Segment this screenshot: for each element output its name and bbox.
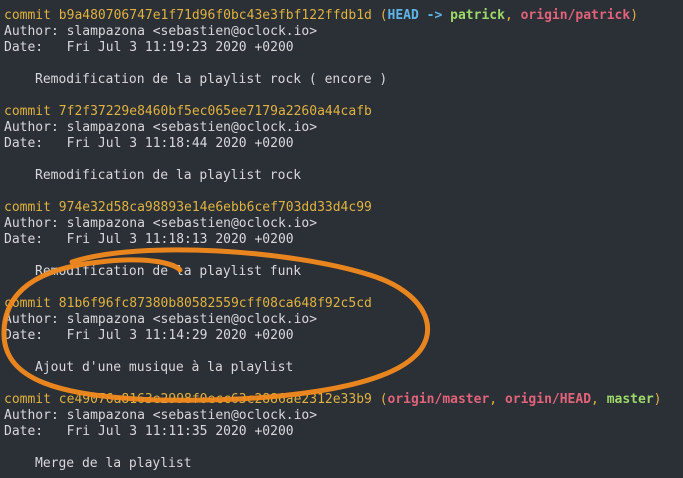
- commit-message: Remodification de la playlist funk: [35, 264, 302, 279]
- commit-line: commit 81b6f96fc87380b80582559cff08ca648…: [4, 296, 372, 312]
- commit-hash[interactable]: b9a480706747e1f71d96f0bc43e3fbf122ffdb1d: [59, 8, 372, 23]
- ref-close-paren: ): [630, 8, 639, 23]
- ref-local-branch: master: [606, 392, 654, 407]
- date-label: Date:: [4, 424, 44, 439]
- commit-label: commit: [4, 200, 51, 215]
- commit-line: commit 7f2f37229e8460bf5ec065ee7179a2260…: [4, 104, 372, 120]
- ref-close-paren: ): [653, 392, 662, 407]
- ref-head: HEAD: [387, 8, 419, 23]
- ref-remote-branch: origin/patrick: [520, 8, 631, 23]
- ref-local-branch: patrick: [450, 8, 505, 23]
- commit-label: commit: [4, 392, 51, 407]
- ref-separator: ,: [591, 392, 599, 407]
- author-line: Author: slampazona <sebastien@oclock.io>: [4, 216, 317, 232]
- terminal-window: commit b9a480706747e1f71d96f0bc43e3fbf12…: [0, 0, 683, 478]
- date-label: Date:: [4, 232, 44, 247]
- commit-hash[interactable]: ce49076a8163e2998f0ecc63c2886ae2312e33b9: [59, 392, 372, 407]
- date-line: Date: Fri Jul 3 11:19:23 2020 +0200: [4, 40, 294, 56]
- commit-message: Remodification de la playlist rock: [35, 168, 302, 183]
- ref-arrow: ->: [426, 8, 443, 23]
- commit-message: Merge de la playlist: [35, 456, 192, 471]
- ref-open-paren: (: [379, 392, 388, 407]
- author-label: Author:: [4, 408, 59, 423]
- date-value: Fri Jul 3 11:11:35 2020 +0200: [66, 424, 294, 439]
- date-line: Date: Fri Jul 3 11:18:44 2020 +0200: [4, 136, 294, 152]
- author-line: Author: slampazona <sebastien@oclock.io>: [4, 24, 317, 40]
- author-line: Author: slampazona <sebastien@oclock.io>: [4, 408, 317, 424]
- commit-message: Ajout d'une musique à la playlist: [35, 360, 294, 375]
- ref-remote-branch: origin/master: [387, 392, 490, 407]
- commit-hash[interactable]: 7f2f37229e8460bf5ec065ee7179a2260a44cafb: [59, 104, 372, 119]
- commit-hash[interactable]: 81b6f96fc87380b80582559cff08ca648f92c5cd: [59, 296, 372, 311]
- ref-remote-branch: origin/HEAD: [504, 392, 592, 407]
- date-label: Date:: [4, 328, 44, 343]
- commit-label: commit: [4, 104, 51, 119]
- date-line: Date: Fri Jul 3 11:18:13 2020 +0200: [4, 232, 294, 248]
- author-label: Author:: [4, 216, 59, 231]
- commit-line: commit b9a480706747e1f71d96f0bc43e3fbf12…: [4, 8, 639, 23]
- date-value: Fri Jul 3 11:19:23 2020 +0200: [66, 40, 294, 55]
- date-line: Date: Fri Jul 3 11:11:35 2020 +0200: [4, 424, 294, 440]
- commit-label: commit: [4, 8, 51, 23]
- author-value: slampazona <sebastien@oclock.io>: [66, 216, 318, 231]
- commit-hash[interactable]: 974e32d58ca98893e14e6ebb6cef703dd33d4c99: [59, 200, 372, 215]
- commit-label: commit: [4, 296, 51, 311]
- author-value: slampazona <sebastien@oclock.io>: [66, 120, 318, 135]
- ref-separator: ,: [489, 392, 498, 407]
- commit-line: commit 974e32d58ca98893e14e6ebb6cef703dd…: [4, 200, 372, 216]
- date-value: Fri Jul 3 11:14:29 2020 +0200: [66, 328, 294, 343]
- date-line: Date: Fri Jul 3 11:14:29 2020 +0200: [4, 328, 294, 344]
- author-value: slampazona <sebastien@oclock.io>: [66, 24, 318, 39]
- author-label: Author:: [4, 312, 59, 327]
- date-label: Date:: [4, 136, 44, 151]
- date-label: Date:: [4, 40, 44, 55]
- commit-message: Remodification de la playlist rock ( enc…: [35, 72, 388, 87]
- author-value: slampazona <sebastien@oclock.io>: [66, 312, 318, 327]
- date-value: Fri Jul 3 11:18:44 2020 +0200: [66, 136, 294, 151]
- date-value: Fri Jul 3 11:18:13 2020 +0200: [66, 232, 294, 247]
- author-label: Author:: [4, 120, 59, 135]
- author-value: slampazona <sebastien@oclock.io>: [66, 408, 318, 423]
- author-line: Author: slampazona <sebastien@oclock.io>: [4, 120, 317, 136]
- ref-open-paren: (: [379, 8, 388, 23]
- author-label: Author:: [4, 24, 59, 39]
- author-line: Author: slampazona <sebastien@oclock.io>: [4, 312, 317, 328]
- commit-line: commit ce49076a8163e2998f0ecc63c2886ae23…: [4, 392, 661, 408]
